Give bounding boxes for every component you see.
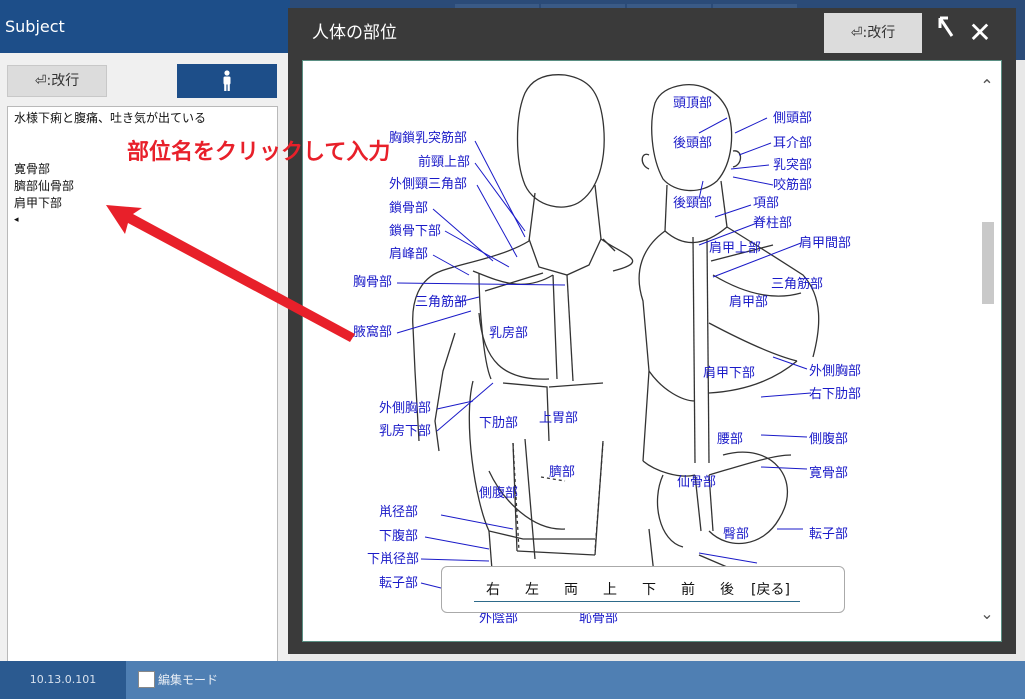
direction-front[interactable]: 前 [681, 579, 695, 599]
label-parietal[interactable]: 頭頂部 [673, 96, 712, 111]
direction-upper[interactable]: 上 [603, 579, 617, 599]
label-anterior-neck-upper[interactable]: 前頸上部 [418, 155, 470, 170]
dialog-newline-button[interactable]: ⏎:改行 [824, 13, 922, 53]
label-hip[interactable]: 寛骨部 [809, 466, 848, 481]
scroll-up-icon[interactable]: ⌃ [976, 76, 998, 95]
direction-right[interactable]: 右 [486, 579, 500, 599]
label-posterior-neck[interactable]: 後頸部 [673, 196, 712, 211]
label-lateral-chest-front[interactable]: 外側胸部 [379, 401, 431, 416]
annotation-text: 部位名をクリックして入力 [127, 140, 391, 165]
label-trochanter-front[interactable]: 転子部 [379, 576, 418, 591]
dialog-title: 人体の部位 [312, 23, 397, 43]
text-line: 水様下痢と腹痛、吐き気が出ている [14, 111, 207, 125]
ip-address: 10.13.0.101 [0, 661, 126, 699]
annotation-arrow-icon [106, 205, 355, 342]
label-right-hypochondrium[interactable]: 右下肋部 [809, 387, 861, 402]
label-interscapular[interactable]: 肩甲間部 [799, 236, 851, 251]
newline-button[interactable]: ⏎:改行 [7, 65, 107, 97]
direction-left[interactable]: 左 [525, 579, 539, 599]
label-auricular[interactable]: 耳介部 [773, 136, 812, 151]
label-lower-inguinal[interactable]: 下鼡径部 [367, 552, 419, 567]
label-flank-back[interactable]: 側腹部 [809, 432, 848, 447]
label-genital[interactable]: 外陰部 [479, 611, 518, 626]
label-hypochondrium[interactable]: 下肋部 [479, 416, 518, 431]
label-pubic[interactable]: 恥骨部 [579, 611, 618, 626]
body-part-button[interactable] [177, 64, 277, 98]
subject-header: Subject [0, 0, 290, 53]
label-temporal[interactable]: 側頭部 [773, 111, 812, 126]
edit-mode-checkbox[interactable] [138, 671, 155, 688]
label-suprascapular[interactable]: 肩甲上部 [709, 241, 761, 256]
label-masseteric[interactable]: 咬筋部 [773, 178, 812, 193]
label-breast[interactable]: 乳房部 [489, 326, 528, 341]
label-lateral-chest-back[interactable]: 外側胸部 [809, 364, 861, 379]
label-lateral-neck-triangle[interactable]: 外側頸三角部 [389, 177, 467, 192]
label-scapular[interactable]: 肩甲部 [729, 295, 768, 310]
label-trochanter-back[interactable]: 転子部 [809, 527, 848, 542]
label-gluteal[interactable]: 臀部 [723, 527, 749, 542]
body-figure-canvas: 胸鎖乳突筋部 前頸上部 外側頸三角部 鎖骨部 鎖骨下部 肩峰部 胸骨部 三角筋部… [302, 60, 1002, 642]
scroll-down-icon[interactable]: ⌄ [976, 604, 998, 623]
edit-mode-label: 編集モード [158, 673, 219, 687]
label-mastoid[interactable]: 乳突部 [773, 158, 812, 173]
label-epigastric[interactable]: 上胃部 [539, 411, 578, 426]
label-umbilical[interactable]: 臍部 [549, 465, 575, 480]
label-deltoid-front[interactable]: 三角筋部 [415, 295, 467, 310]
scroll-thumb[interactable] [982, 222, 994, 304]
label-hypogastric[interactable]: 下腹部 [379, 529, 418, 544]
close-icon[interactable]: ✕ [968, 16, 992, 50]
label-occipital[interactable]: 後頭部 [673, 136, 712, 151]
direction-both[interactable]: 両 [564, 579, 578, 599]
back-arrow-icon[interactable] [934, 14, 958, 50]
canvas-scrollbar[interactable]: ⌃ ⌄ [976, 62, 998, 640]
direction-lower[interactable]: 下 [642, 579, 656, 599]
status-bar: 10.13.0.101 編集モード [0, 661, 1025, 699]
label-sternocleidomastoid[interactable]: 胸鎖乳突筋部 [389, 131, 467, 146]
label-inframammary[interactable]: 乳房下部 [379, 424, 431, 439]
direction-back[interactable]: 後 [720, 579, 734, 599]
label-sacral[interactable]: 仙骨部 [677, 475, 716, 490]
label-deltoid-back[interactable]: 三角筋部 [771, 277, 823, 292]
label-flank-front[interactable]: 側腹部 [479, 486, 518, 501]
label-vertebral[interactable]: 脊柱部 [753, 216, 792, 231]
direction-underline [474, 601, 800, 602]
label-lumbar[interactable]: 腰部 [717, 432, 743, 447]
label-inguinal[interactable]: 鼡径部 [379, 505, 418, 520]
label-nuchal[interactable]: 項部 [753, 196, 779, 211]
return-button[interactable]: [戻る] [751, 579, 790, 599]
label-infrascapular[interactable]: 肩甲下部 [703, 366, 755, 381]
person-icon [223, 70, 231, 91]
direction-toolbar: 右 左 両 上 下 前 後 [戻る] [441, 566, 845, 613]
edit-mode-toggle[interactable]: 編集モード [138, 671, 218, 688]
